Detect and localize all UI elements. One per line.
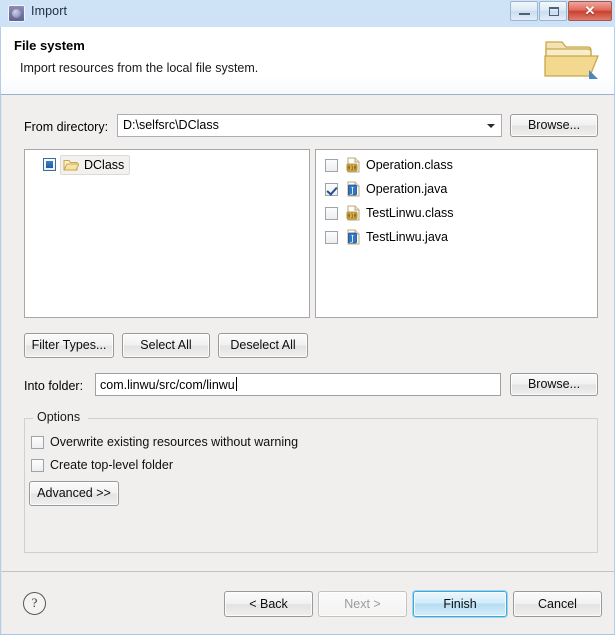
overwrite-label: Overwrite existing resources without war… xyxy=(50,435,299,449)
window-controls: ✕ xyxy=(510,1,612,21)
file-checkbox[interactable] xyxy=(325,230,338,244)
source-tree-panel[interactable]: DClass xyxy=(24,149,310,318)
tree-item-label: DClass xyxy=(84,157,125,172)
from-directory-combo[interactable]: D:\selfsrc\DClass xyxy=(117,114,502,137)
close-button[interactable]: ✕ xyxy=(568,1,612,21)
file-list-panel[interactable]: 010 Operation.class J Operation.java 010… xyxy=(315,149,598,318)
minimize-button[interactable] xyxy=(510,1,538,21)
from-directory-label: From directory: xyxy=(24,120,109,134)
options-group: Options Overwrite existing resources wit… xyxy=(24,410,598,553)
file-name: Operation.java xyxy=(366,182,448,196)
close-icon: ✕ xyxy=(584,3,596,18)
eclipse-import-icon xyxy=(8,5,25,22)
from-directory-value: D:\selfsrc\DClass xyxy=(123,118,219,132)
file-checkbox[interactable] xyxy=(325,206,338,220)
create-top-level-folder-checkbox[interactable] xyxy=(31,458,44,472)
cancel-button[interactable]: Cancel xyxy=(513,591,602,617)
title-bar: Import ✕ xyxy=(0,0,615,27)
text-caret xyxy=(235,377,237,391)
create-top-level-folder-label: Create top-level folder xyxy=(50,458,173,472)
java-file-icon: J xyxy=(347,181,360,197)
file-checkbox[interactable] xyxy=(325,158,338,172)
class-file-icon: 010 xyxy=(346,157,360,173)
into-folder-value: com.linwu/src/com/linwu xyxy=(100,378,235,392)
list-item[interactable]: 010 Operation.class xyxy=(325,155,453,175)
into-folder-label: Into folder: xyxy=(24,379,84,393)
page-description: Import resources from the local file sys… xyxy=(20,61,259,75)
finish-button[interactable]: Finish xyxy=(413,591,507,617)
chevron-down-icon[interactable] xyxy=(487,124,495,128)
next-button: Next > xyxy=(318,591,407,617)
advanced-button[interactable]: Advanced >> xyxy=(29,481,119,506)
window-title: Import xyxy=(31,4,68,18)
list-item[interactable]: J Operation.java xyxy=(325,179,447,199)
overwrite-checkbox[interactable] xyxy=(31,435,44,449)
open-folder-icon xyxy=(544,41,599,79)
wizard-header: File system Import resources from the lo… xyxy=(1,27,614,95)
overwrite-option-row[interactable]: Overwrite existing resources without war… xyxy=(31,435,298,449)
dialog-body: From directory: D:\selfsrc\DClass Browse… xyxy=(1,95,614,571)
into-folder-browse-button[interactable]: Browse... xyxy=(510,373,598,396)
list-item[interactable]: J TestLinwu.java xyxy=(325,227,448,247)
options-legend: Options xyxy=(33,410,85,424)
page-title: File system xyxy=(14,38,85,53)
file-name: TestLinwu.class xyxy=(366,206,454,220)
create-top-level-folder-row[interactable]: Create top-level folder xyxy=(31,458,173,472)
svg-text:J: J xyxy=(350,186,354,195)
dialog-footer: ? < Back Next > Finish Cancel xyxy=(1,571,614,634)
filter-types-button[interactable]: Filter Types... xyxy=(24,333,114,358)
svg-text:010: 010 xyxy=(347,214,356,220)
class-file-icon: 010 xyxy=(346,205,360,221)
svg-text:010: 010 xyxy=(347,166,356,172)
file-checkbox[interactable] xyxy=(325,182,338,196)
file-name: TestLinwu.java xyxy=(366,230,448,244)
help-icon[interactable]: ? xyxy=(23,592,46,615)
maximize-button[interactable] xyxy=(539,1,567,21)
tree-item-dclass[interactable]: DClass xyxy=(43,154,131,175)
import-dialog-window: Import ✕ File system Import resources fr… xyxy=(0,0,615,635)
deselect-all-button[interactable]: Deselect All xyxy=(218,333,308,358)
tree-item-checkbox[interactable] xyxy=(43,158,56,171)
java-file-icon: J xyxy=(347,229,360,245)
from-directory-browse-button[interactable]: Browse... xyxy=(510,114,598,137)
file-name: Operation.class xyxy=(366,158,453,172)
into-folder-input[interactable]: com.linwu/src/com/linwu xyxy=(95,373,501,396)
folder-icon xyxy=(63,159,79,170)
list-item[interactable]: 010 TestLinwu.class xyxy=(325,203,454,223)
back-button[interactable]: < Back xyxy=(224,591,313,617)
select-all-button[interactable]: Select All xyxy=(122,333,210,358)
svg-text:J: J xyxy=(350,234,354,243)
